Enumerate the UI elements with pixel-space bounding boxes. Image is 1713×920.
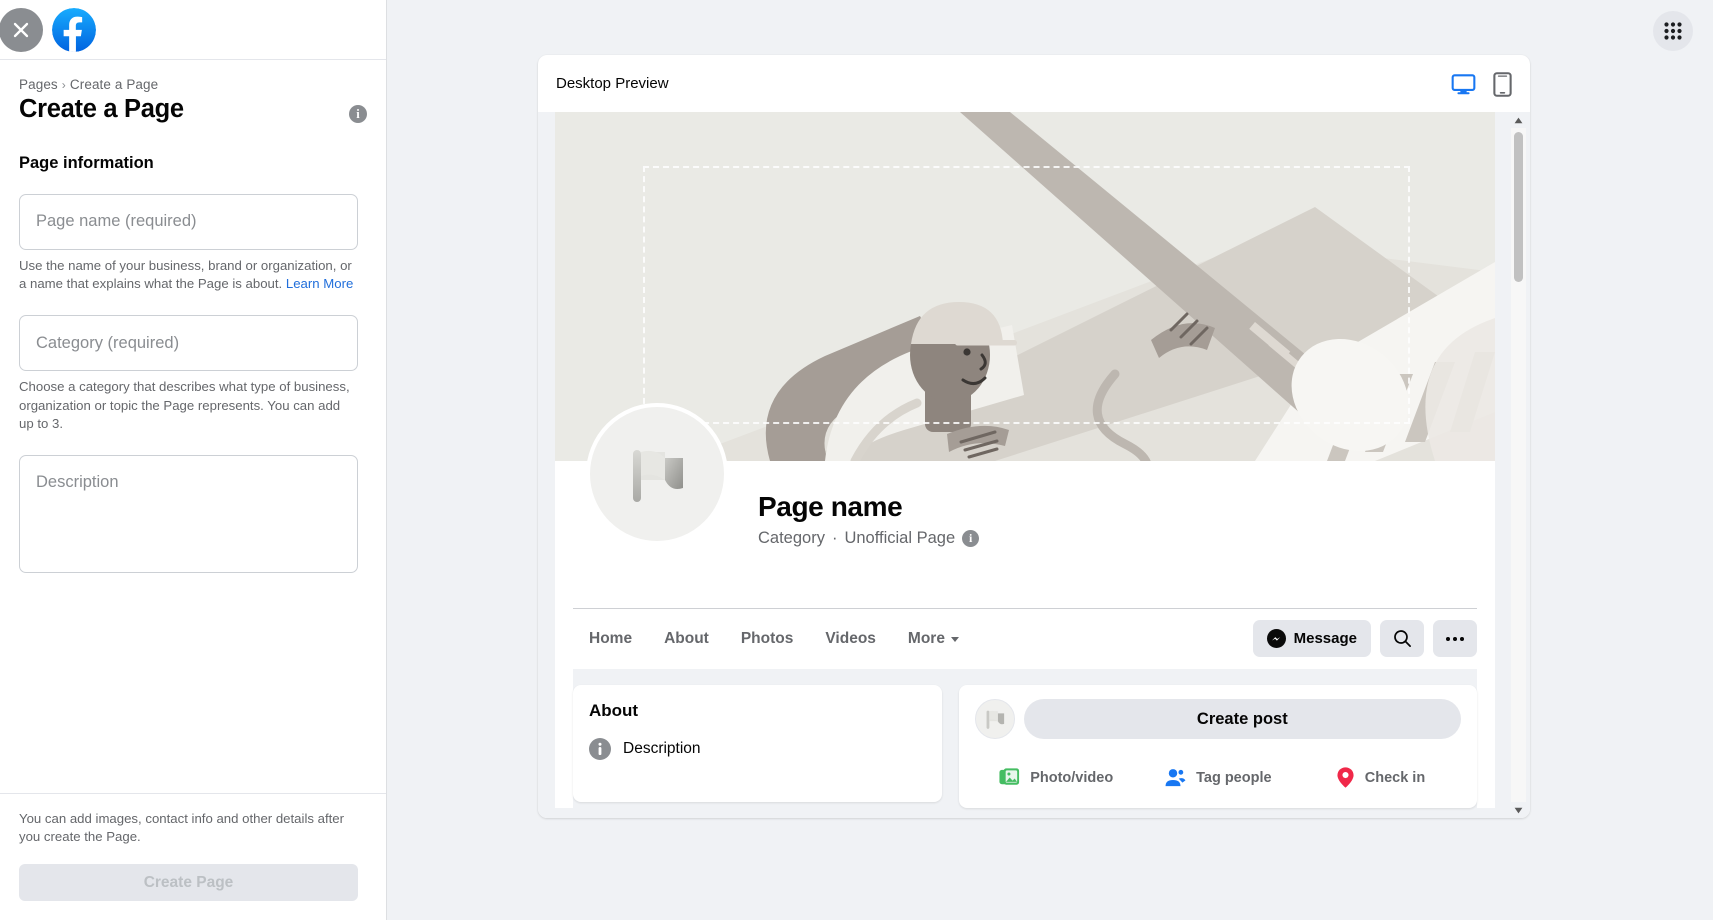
message-button[interactable]: Message (1252, 620, 1371, 657)
photo-video-label: Photo/video (1030, 769, 1114, 786)
apps-grid-icon[interactable] (1653, 11, 1693, 51)
nav-tab-videos[interactable]: Videos (809, 622, 892, 656)
preview-header: Desktop Preview (538, 55, 1530, 112)
breadcrumb: Pages › Create a Page (19, 77, 367, 92)
subtitle-dot: · (831, 529, 838, 547)
preview-title: Desktop Preview (556, 75, 669, 92)
description-placeholder: Description (36, 472, 119, 491)
category-placeholder: Category (required) (36, 333, 180, 352)
location-pin-icon (1337, 767, 1354, 788)
flag-placeholder-icon (633, 450, 683, 502)
facebook-logo[interactable] (52, 7, 96, 52)
cover-photo (555, 112, 1495, 461)
nav-tab-photos[interactable]: Photos (725, 622, 810, 656)
composer-avatar (974, 699, 1015, 739)
breadcrumb-current: Create a Page (69, 77, 159, 92)
create-page-button[interactable]: Create Page (19, 864, 358, 901)
avatar[interactable] (586, 403, 728, 545)
sidebar-header (0, 0, 386, 60)
page-nav-row: Home About Photos Videos More Message (573, 608, 1477, 669)
page-name-input[interactable]: Page name (required) (19, 193, 358, 250)
messenger-icon (1266, 629, 1286, 648)
mobile-phone-icon[interactable] (1492, 72, 1513, 97)
category-input[interactable]: Category (required) (19, 315, 358, 372)
create-post-card: Create post Photo/video Tag people Check… (958, 685, 1477, 808)
unofficial-info-icon[interactable]: i (962, 530, 980, 547)
breadcrumb-pages[interactable]: Pages (19, 77, 58, 92)
about-card-title: About (589, 701, 639, 720)
photo-video-button[interactable]: Photo/video (975, 759, 1137, 796)
info-icon[interactable]: i (349, 105, 367, 123)
profile-block: Page name Category · Unofficial Page i (555, 403, 1495, 608)
check-in-button[interactable]: Check in (1299, 759, 1461, 796)
scrollbar-thumb[interactable] (1514, 132, 1523, 282)
desktop-preview-panel: Desktop Preview Page name Category · Uno… (538, 55, 1530, 818)
sidebar-form: Pages › Create a Page Create a Page i Page… (0, 60, 386, 793)
page-official-status: Unofficial Page (844, 529, 956, 547)
about-card: About Description (573, 685, 942, 802)
scroll-down-arrow[interactable] (1511, 802, 1526, 818)
page-name-helper: Use the name of your business, brand or … (19, 257, 357, 294)
page-subtitle: Category · Unofficial Page i (758, 529, 980, 548)
title-row: Create a Page i (19, 94, 367, 126)
composer-row: Create post (974, 699, 1461, 739)
scroll-up-arrow[interactable] (1511, 112, 1526, 128)
footer-note: You can add images, contact info and oth… (19, 810, 345, 845)
ellipsis-icon[interactable] (1433, 620, 1477, 657)
page-category: Category (758, 529, 825, 547)
page-nav-actions: Message (1252, 620, 1477, 657)
nav-tab-videos-label: Videos (825, 630, 876, 647)
nav-tab-about[interactable]: About (648, 622, 725, 656)
learn-more-link[interactable]: Learn More (286, 276, 353, 291)
tag-people-icon (1165, 769, 1186, 787)
flag-placeholder-icon (986, 710, 1004, 729)
tag-people-label: Tag people (1196, 769, 1272, 786)
sidebar-footer: You can add images, contact info and oth… (0, 792, 386, 920)
chevron-down-icon (950, 636, 959, 642)
nav-tab-more-label: More (907, 630, 945, 647)
composer-actions: Photo/video Tag people Check in (975, 753, 1461, 796)
cover-illustration (555, 112, 1495, 461)
tag-people-button[interactable]: Tag people (1137, 759, 1299, 796)
info-icon (589, 738, 611, 760)
close-icon[interactable] (0, 7, 43, 52)
create-page-sidebar: Pages › Create a Page Create a Page i Page… (0, 0, 387, 920)
description-input[interactable]: Description (19, 454, 358, 573)
page-title: Create a Page (19, 95, 184, 123)
search-icon[interactable] (1380, 620, 1424, 657)
about-card-description: Description (623, 740, 701, 757)
message-button-label: Message (1293, 630, 1357, 647)
check-in-label: Check in (1364, 769, 1426, 786)
desktop-monitor-icon[interactable] (1451, 72, 1476, 97)
about-description-row: Description (589, 738, 926, 760)
page-nav-tabs: Home About Photos Videos More (573, 622, 975, 656)
preview-scroll-area: Page name Category · Unofficial Page i H… (538, 112, 1530, 818)
page-name-placeholder: Page name (required) (36, 212, 197, 231)
create-post-input[interactable]: Create post (1023, 699, 1461, 739)
photo-video-icon (999, 768, 1020, 785)
section-label-page-information: Page information (19, 153, 154, 172)
nav-tab-about-label: About (664, 630, 709, 647)
preview-page-content: Page name Category · Unofficial Page i H… (555, 112, 1495, 808)
nav-tab-home-label: Home (589, 630, 633, 647)
page-identity: Page name Category · Unofficial Page i (758, 491, 980, 548)
page-lower-content: About Description Create post Photo/vide… (573, 669, 1477, 808)
preview-device-toggles (1451, 72, 1513, 97)
preview-page-name: Page name (758, 491, 903, 522)
nav-tab-more[interactable]: More (892, 622, 975, 656)
nav-tab-home[interactable]: Home (573, 622, 648, 656)
breadcrumb-separator: › (61, 78, 66, 92)
nav-tab-photos-label: Photos (740, 630, 794, 647)
preview-scrollbar[interactable] (1511, 112, 1526, 818)
category-helper: Choose a category that describes what ty… (19, 379, 350, 432)
